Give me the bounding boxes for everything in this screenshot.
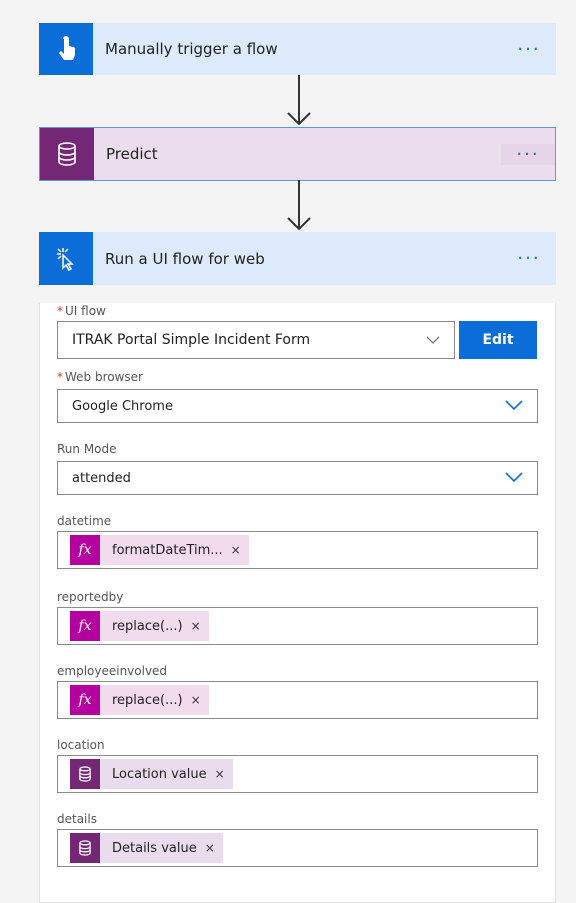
field-label: location xyxy=(57,738,105,752)
expression-token[interactable]: fx formatDateTim... × xyxy=(70,535,249,565)
step-header[interactable]: Run a UI flow for web ··· xyxy=(39,232,556,285)
expression-token[interactable]: fx replace(...) × xyxy=(70,611,209,641)
fx-icon: fx xyxy=(70,685,100,715)
database-icon xyxy=(70,833,100,863)
more-options-button[interactable]: ··· xyxy=(502,39,556,60)
token-text: replace(...) xyxy=(112,618,183,634)
step-form: * UI flow ITRAK Portal Simple Incident F… xyxy=(39,303,556,903)
more-options-button[interactable]: ··· xyxy=(502,248,556,269)
database-icon xyxy=(70,759,100,789)
token-text: Details value xyxy=(112,840,197,856)
step-run-ui-flow: Run a UI flow for web ··· * UI flow ITRA… xyxy=(39,232,556,903)
reportedby-input[interactable]: fx replace(...) × xyxy=(57,607,538,645)
remove-token-icon[interactable]: × xyxy=(205,841,215,855)
chevron-down-icon xyxy=(505,471,523,486)
run-mode-value: attended xyxy=(72,470,131,486)
employeeinvolved-input[interactable]: fx replace(...) × xyxy=(57,681,538,719)
touch-hand-icon xyxy=(39,23,93,75)
remove-token-icon[interactable]: × xyxy=(191,693,201,707)
run-mode-select[interactable]: attended xyxy=(57,461,538,495)
location-input[interactable]: Location value × xyxy=(57,755,538,793)
field-label: datetime xyxy=(57,514,112,528)
token-text: replace(...) xyxy=(112,692,183,708)
fx-icon: fx xyxy=(70,535,100,565)
expression-token[interactable]: fx replace(...) × xyxy=(70,685,209,715)
step-manual-trigger[interactable]: Manually trigger a flow ··· xyxy=(39,23,556,75)
more-options-button[interactable]: ··· xyxy=(501,143,555,165)
required-marker: * xyxy=(57,304,63,318)
field-label: * UI flow xyxy=(57,303,538,319)
chevron-down-icon xyxy=(426,332,440,348)
field-label: reportedby xyxy=(57,590,124,604)
step-predict[interactable]: Predict ··· xyxy=(39,127,556,181)
cursor-click-icon xyxy=(39,232,93,285)
remove-token-icon[interactable]: × xyxy=(191,619,201,633)
connector-arrow xyxy=(285,75,313,131)
fx-icon: fx xyxy=(70,611,100,641)
dynamic-content-token[interactable]: Location value × xyxy=(70,759,233,789)
step-title: Predict xyxy=(106,145,158,163)
connector-arrow xyxy=(285,180,313,236)
required-marker: * xyxy=(57,370,63,384)
label-text: Web browser xyxy=(65,370,143,384)
datetime-input[interactable]: fx formatDateTim... × xyxy=(57,531,538,569)
web-browser-value: Google Chrome xyxy=(72,398,173,414)
chevron-down-icon xyxy=(505,399,523,414)
step-title: Run a UI flow for web xyxy=(105,249,265,268)
token-text: Location value xyxy=(112,766,207,782)
edit-button[interactable]: Edit xyxy=(459,321,537,359)
dynamic-content-token[interactable]: Details value × xyxy=(70,833,223,863)
remove-token-icon[interactable]: × xyxy=(215,767,225,781)
label-text: UI flow xyxy=(65,304,106,318)
token-text: formatDateTim... xyxy=(112,542,223,558)
step-title: Manually trigger a flow xyxy=(105,40,278,58)
field-label: Run Mode xyxy=(57,442,117,456)
field-label: employeeinvolved xyxy=(57,664,168,678)
database-icon xyxy=(40,128,94,180)
field-label: * Web browser xyxy=(57,369,538,385)
ui-flow-value: ITRAK Portal Simple Incident Form xyxy=(72,332,311,348)
ui-flow-select[interactable]: ITRAK Portal Simple Incident Form xyxy=(57,321,455,359)
field-label: details xyxy=(57,812,97,826)
details-input[interactable]: Details value × xyxy=(57,829,538,867)
web-browser-select[interactable]: Google Chrome xyxy=(57,389,538,423)
remove-token-icon[interactable]: × xyxy=(231,543,241,557)
